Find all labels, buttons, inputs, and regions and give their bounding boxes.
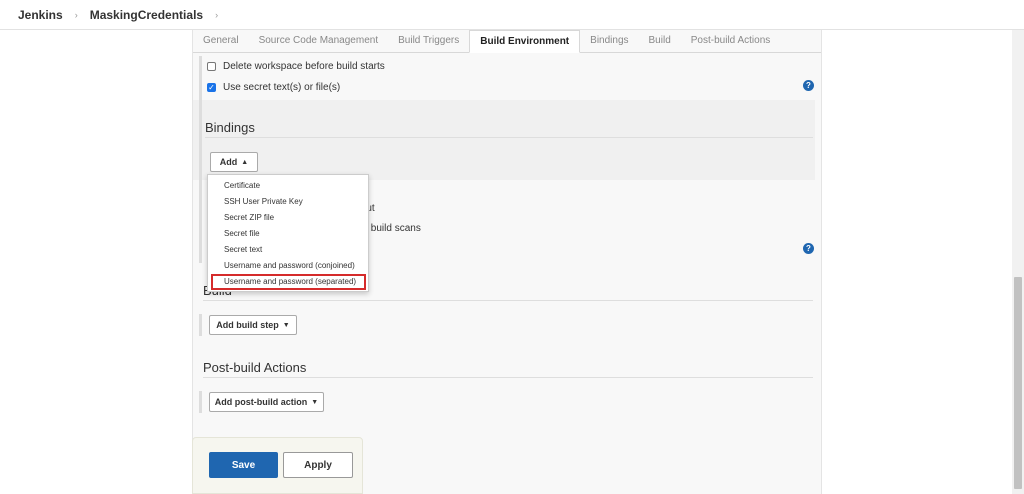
- left-background: [0, 30, 192, 494]
- tab-bindings[interactable]: Bindings: [580, 30, 638, 53]
- breadcrumb-jenkins[interactable]: Jenkins: [18, 8, 63, 22]
- bindings-section: [193, 100, 815, 180]
- vertical-scrollbar[interactable]: [1012, 30, 1024, 494]
- delete-workspace-option[interactable]: Delete workspace before build starts: [207, 61, 385, 72]
- build-divider: [203, 300, 813, 301]
- use-secret-label: Use secret text(s) or file(s): [223, 82, 341, 93]
- add-post-build-action-label: Add post-build action: [214, 397, 308, 407]
- dropdown-item-certificate[interactable]: Certificate: [224, 181, 260, 190]
- tab-post-build-actions[interactable]: Post-build Actions: [681, 30, 781, 53]
- tab-build-environment[interactable]: Build Environment: [469, 30, 581, 53]
- post-build-left-bar: [199, 391, 202, 413]
- add-left-bar: [199, 152, 202, 174]
- caret-up-icon: ▲: [241, 158, 249, 166]
- tab-build-triggers[interactable]: Build Triggers: [388, 30, 469, 53]
- post-build-heading: Post-build Actions: [203, 360, 307, 375]
- add-binding-button[interactable]: Add ▲: [210, 152, 258, 172]
- tab-general[interactable]: General: [193, 30, 249, 53]
- delete-workspace-label: Delete workspace before build starts: [223, 61, 385, 72]
- config-tabs: General Source Code Management Build Tri…: [193, 30, 821, 53]
- bindings-heading: Bindings: [205, 120, 255, 135]
- help-icon[interactable]: ?: [803, 80, 814, 91]
- add-build-step-label: Add build step: [216, 320, 279, 330]
- selection-highlight: [211, 274, 366, 290]
- dropdown-item-secret-text[interactable]: Secret text: [224, 245, 262, 254]
- use-secret-option[interactable]: ✓ Use secret text(s) or file(s): [207, 82, 340, 93]
- binding-type-dropdown: Certificate SSH User Private Key Secret …: [207, 174, 369, 292]
- breadcrumb-project[interactable]: MaskingCredentials: [90, 8, 203, 22]
- use-secret-checkbox[interactable]: ✓: [207, 83, 216, 92]
- tab-build[interactable]: Build: [639, 30, 681, 53]
- build-left-bar: [199, 314, 202, 336]
- breadcrumb-separator: ›: [74, 9, 78, 20]
- breadcrumb-bar: Jenkins › MaskingCredentials ›: [0, 0, 1024, 30]
- delete-workspace-checkbox[interactable]: [207, 62, 216, 71]
- dropdown-item-ssh-private-key[interactable]: SSH User Private Key: [224, 197, 303, 206]
- dropdown-item-secret-zip[interactable]: Secret ZIP file: [224, 213, 274, 222]
- caret-down-icon: ▼: [282, 321, 290, 329]
- bindings-divider: [205, 137, 813, 138]
- dropdown-item-username-password-conjoined[interactable]: Username and password (conjoined): [224, 261, 355, 270]
- scrollbar-thumb[interactable]: [1014, 277, 1022, 489]
- caret-down-icon: ▼: [311, 398, 319, 406]
- add-post-build-action-button[interactable]: Add post-build action ▼: [209, 392, 324, 412]
- add-binding-label: Add: [219, 157, 238, 167]
- post-build-divider: [203, 377, 813, 378]
- dropdown-item-secret-file[interactable]: Secret file: [224, 229, 260, 238]
- tab-source-code-management[interactable]: Source Code Management: [249, 30, 389, 53]
- apply-button[interactable]: Apply: [283, 452, 353, 478]
- add-build-step-button[interactable]: Add build step ▼: [209, 315, 297, 335]
- breadcrumb-separator[interactable]: ›: [215, 10, 218, 20]
- save-button[interactable]: Save: [209, 452, 278, 478]
- help-icon[interactable]: ?: [803, 243, 814, 254]
